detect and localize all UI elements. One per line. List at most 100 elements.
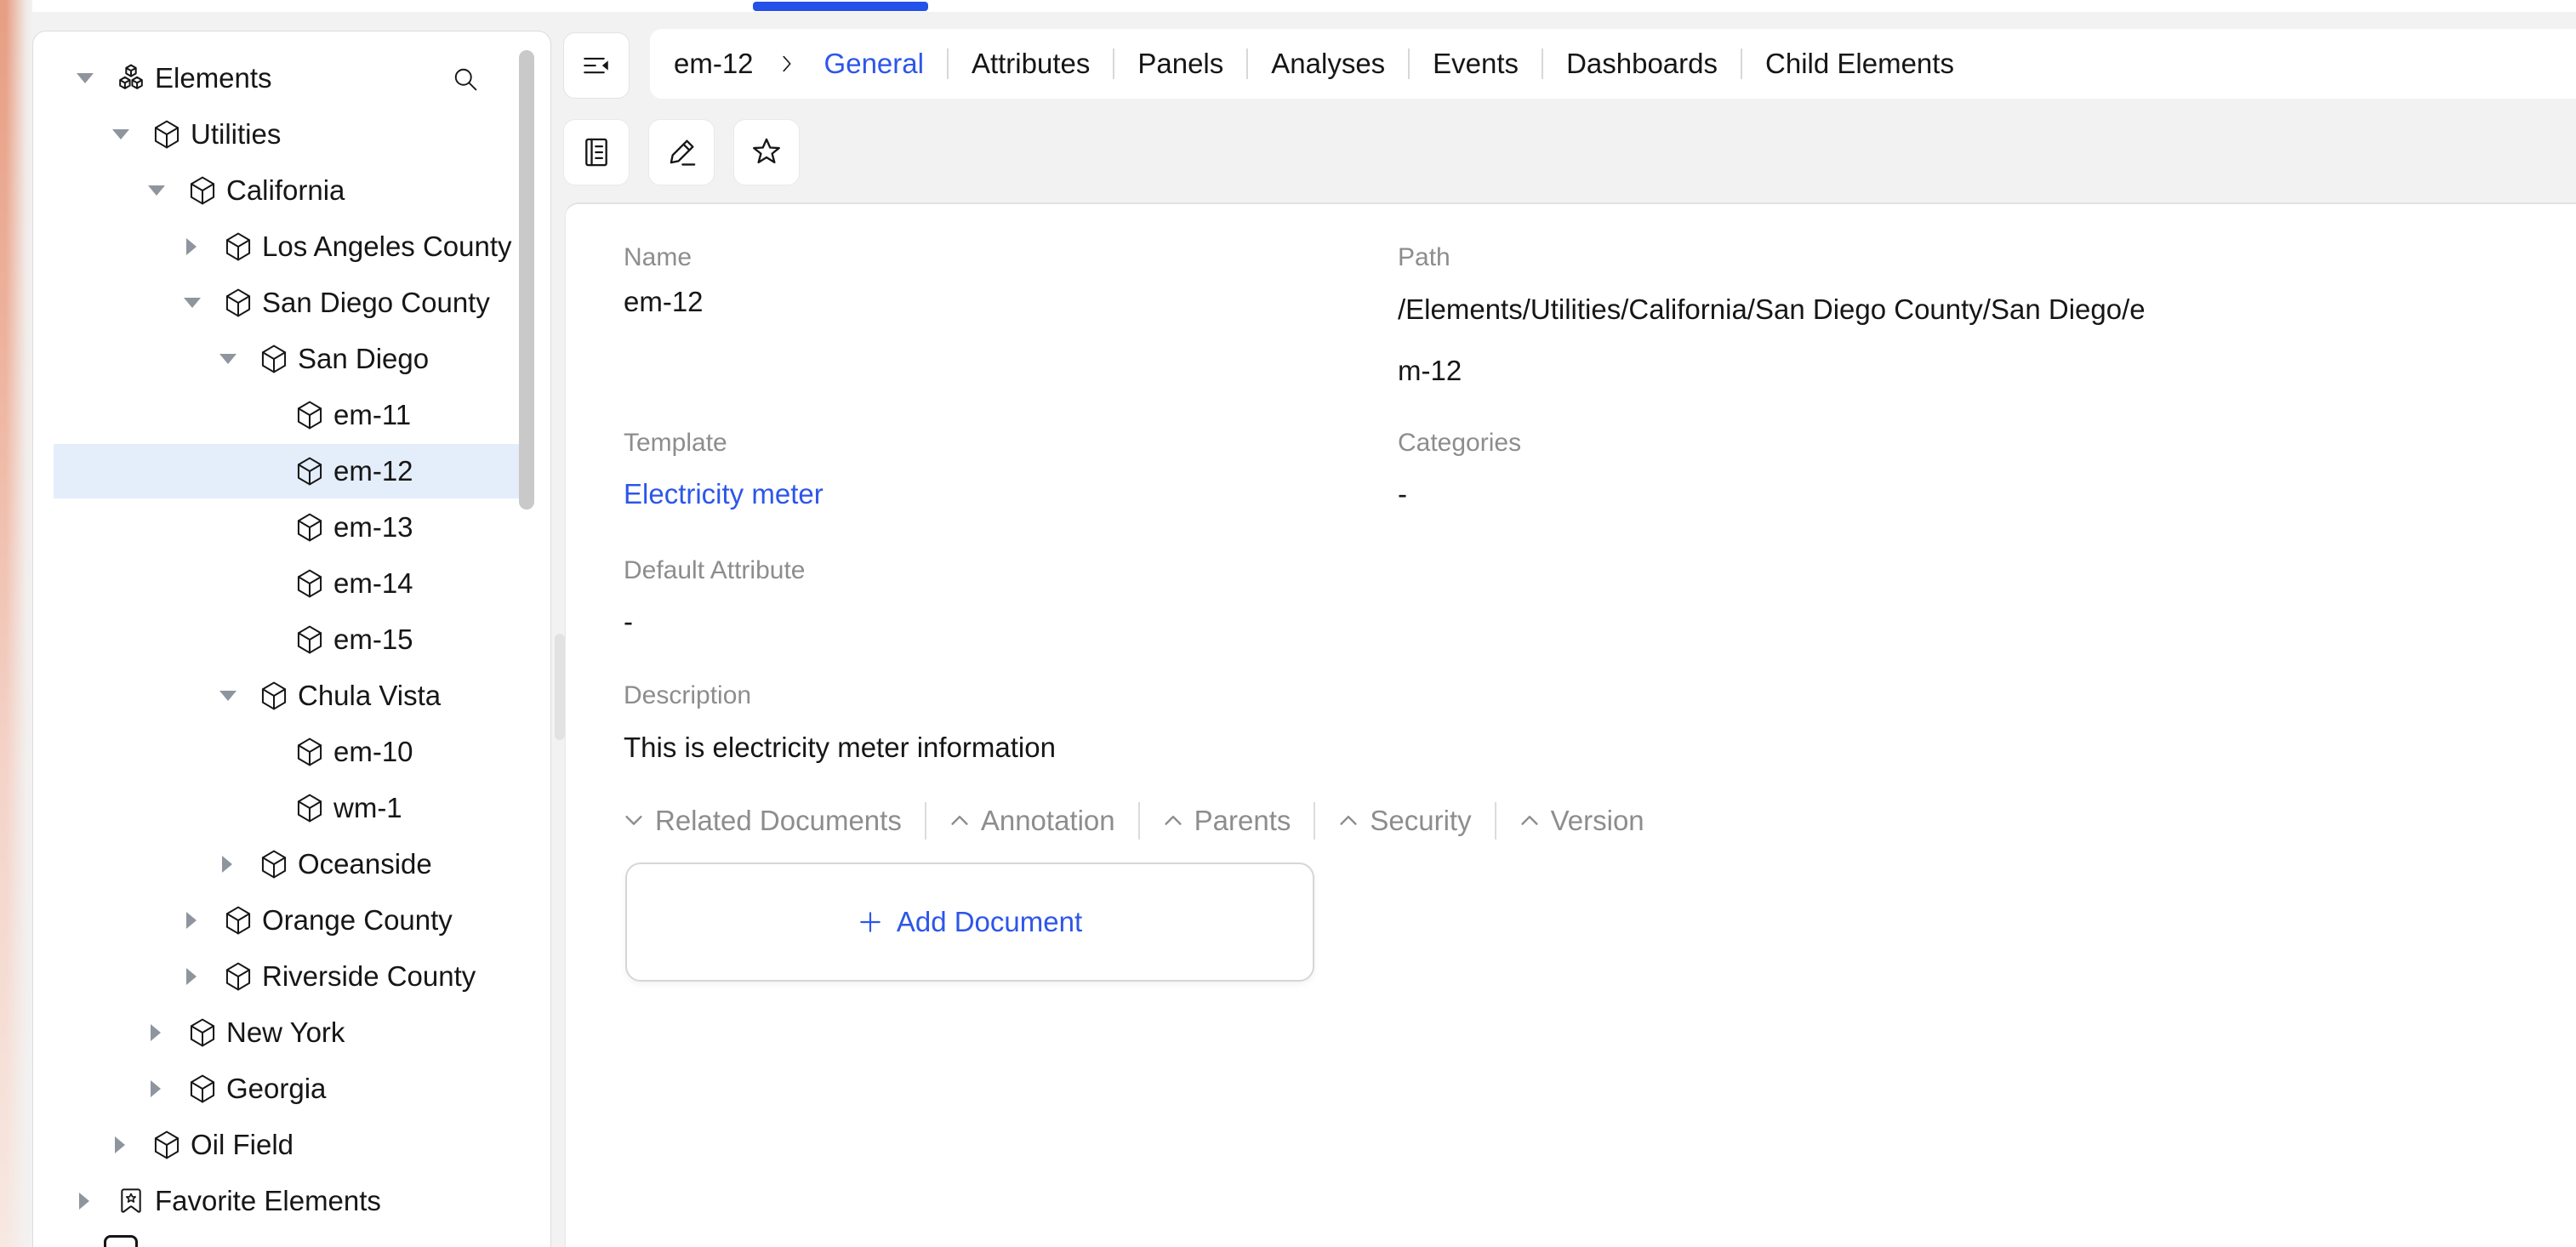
caret-expanded-icon[interactable] [183, 298, 222, 308]
tree-item-label: em-12 [333, 455, 413, 487]
tree-item-wm-1[interactable]: wm-1 [33, 780, 550, 836]
detail-sections-row: Related Documents Annotation Parents Securi… [624, 800, 1644, 841]
path-line-1: /Elements/Utilities/California/San Diego… [1398, 279, 2146, 340]
tree-item-san-diego-county[interactable]: San Diego County [33, 275, 550, 331]
name-field-label: Name [624, 243, 692, 272]
tree-item-label: Oceanside [298, 848, 432, 880]
notebook-button[interactable] [563, 119, 630, 185]
tree-item-label: Oil Field [191, 1129, 294, 1161]
tab-attributes[interactable]: Attributes [949, 48, 1113, 80]
section-label: Related Documents [655, 805, 902, 837]
tree-item-em-15[interactable]: em-15 [33, 612, 550, 668]
tree-item-label: California [226, 174, 345, 207]
element-tree: ElementsUtilitiesCaliforniaLos Angeles C… [33, 31, 550, 1229]
tree-item-label: Riverside County [262, 960, 476, 993]
section-toggle-related-documents[interactable]: Related Documents [624, 805, 902, 837]
tree-item-riverside-county[interactable]: Riverside County [33, 948, 550, 1005]
sidebar-scrollbar-thumb[interactable] [519, 50, 534, 510]
collapse-tree-button[interactable] [563, 32, 630, 99]
caret-collapsed-icon[interactable] [183, 238, 222, 255]
collapse-tree-icon [579, 48, 613, 83]
tree-item-label: em-11 [333, 399, 411, 431]
add-document-button[interactable]: Add Document [625, 863, 1314, 982]
section-label: Security [1370, 805, 1471, 837]
section-divider [925, 802, 926, 840]
tab-general[interactable]: General [801, 48, 947, 80]
chevron-up-icon [949, 811, 981, 831]
edit-button[interactable] [648, 119, 715, 185]
template-link[interactable]: Electricity meter [624, 478, 824, 510]
caret-collapsed-icon[interactable] [76, 1193, 115, 1210]
tree-item-new-york[interactable]: New York [33, 1005, 550, 1061]
tree-item-chula-vista[interactable]: Chula Vista [33, 668, 550, 724]
cube-icon [186, 174, 219, 207]
app-window: ElementsUtilitiesCaliforniaLos Angeles C… [0, 0, 2576, 1247]
breadcrumb-current-element[interactable]: em-12 [674, 48, 754, 80]
cube-icon [294, 455, 326, 487]
tree-item-em-12[interactable]: em-12 [33, 443, 550, 499]
tab-events[interactable]: Events [1410, 48, 1542, 80]
tree-item-label: em-15 [333, 624, 413, 656]
favorite-button[interactable] [733, 119, 800, 185]
caret-expanded-icon[interactable] [147, 185, 186, 196]
caret-collapsed-icon[interactable] [219, 856, 258, 873]
cube-icon [294, 567, 326, 600]
tab-analyses[interactable]: Analyses [1248, 48, 1408, 80]
tree-item-oil-field[interactable]: Oil Field [33, 1117, 550, 1173]
element-tree-panel: ElementsUtilitiesCaliforniaLos Angeles C… [32, 31, 551, 1247]
caret-expanded-icon[interactable] [219, 691, 258, 701]
star-icon [748, 134, 785, 171]
section-toggle-security[interactable]: Security [1338, 805, 1471, 837]
caret-expanded-icon[interactable] [76, 73, 115, 83]
tree-item-orange-county[interactable]: Orange County [33, 892, 550, 948]
plus-icon [858, 909, 883, 935]
caret-expanded-icon[interactable] [219, 354, 258, 364]
tab-dashboards[interactable]: Dashboards [1543, 48, 1741, 80]
cube-icon [151, 118, 183, 151]
cube-icon [294, 624, 326, 656]
caret-collapsed-icon[interactable] [147, 1080, 186, 1097]
caret-expanded-icon[interactable] [111, 129, 151, 140]
caret-collapsed-icon[interactable] [147, 1024, 186, 1041]
tab-panels[interactable]: Panels [1114, 48, 1246, 80]
top-blue-indicator-bar [753, 2, 928, 11]
cube-icon [258, 848, 290, 880]
cube-icon [294, 792, 326, 824]
bookmark-star-icon [115, 1185, 147, 1217]
section-toggle-parents[interactable]: Parents [1163, 805, 1291, 837]
tree-item-label: Chula Vista [298, 680, 441, 712]
caret-collapsed-icon[interactable] [111, 1136, 151, 1153]
description-field-value: This is electricity meter information [624, 732, 1056, 764]
search-icon[interactable] [450, 64, 481, 94]
chevron-up-icon [1163, 811, 1194, 831]
tab-child-elements[interactable]: Child Elements [1742, 48, 1977, 80]
tree-item-oceanside[interactable]: Oceanside [33, 836, 550, 892]
tree-item-los-angeles-county[interactable]: Los Angeles County [33, 219, 550, 275]
tree-item-favorite-elements[interactable]: Favorite Elements [33, 1173, 550, 1229]
caret-collapsed-icon[interactable] [183, 968, 222, 985]
tree-item-georgia[interactable]: Georgia [33, 1061, 550, 1117]
cube-icon [294, 511, 326, 544]
notebook-icon [578, 134, 615, 171]
section-toggle-version[interactable]: Version [1519, 805, 1644, 837]
tree-item-em-10[interactable]: em-10 [33, 724, 550, 780]
tree-item-em-14[interactable]: em-14 [33, 555, 550, 612]
tree-item-san-diego[interactable]: San Diego [33, 331, 550, 387]
window-edge-gradient [0, 0, 32, 1247]
default-attribute-field-value: - [624, 606, 633, 638]
categories-field-value: - [1398, 478, 1407, 510]
tree-item-em-11[interactable]: em-11 [33, 387, 550, 443]
default-attribute-field-label: Default Attribute [624, 556, 805, 585]
cube-icon [222, 904, 254, 937]
element-detail-card: Name em-12 Path /Elements/Utilities/Cali… [565, 202, 2576, 1247]
top-white-strip [32, 0, 2576, 12]
path-field-label: Path [1398, 243, 1450, 272]
outer-scrollbar-thumb[interactable] [555, 634, 565, 740]
cube-icon [222, 231, 254, 263]
section-toggle-annotation[interactable]: Annotation [949, 805, 1115, 837]
tree-item-em-13[interactable]: em-13 [33, 499, 550, 555]
tree-item-utilities[interactable]: Utilities [33, 106, 550, 162]
caret-collapsed-icon[interactable] [183, 912, 222, 929]
tree-item-california[interactable]: California [33, 162, 550, 219]
tree-item-label: San Diego County [262, 287, 490, 319]
